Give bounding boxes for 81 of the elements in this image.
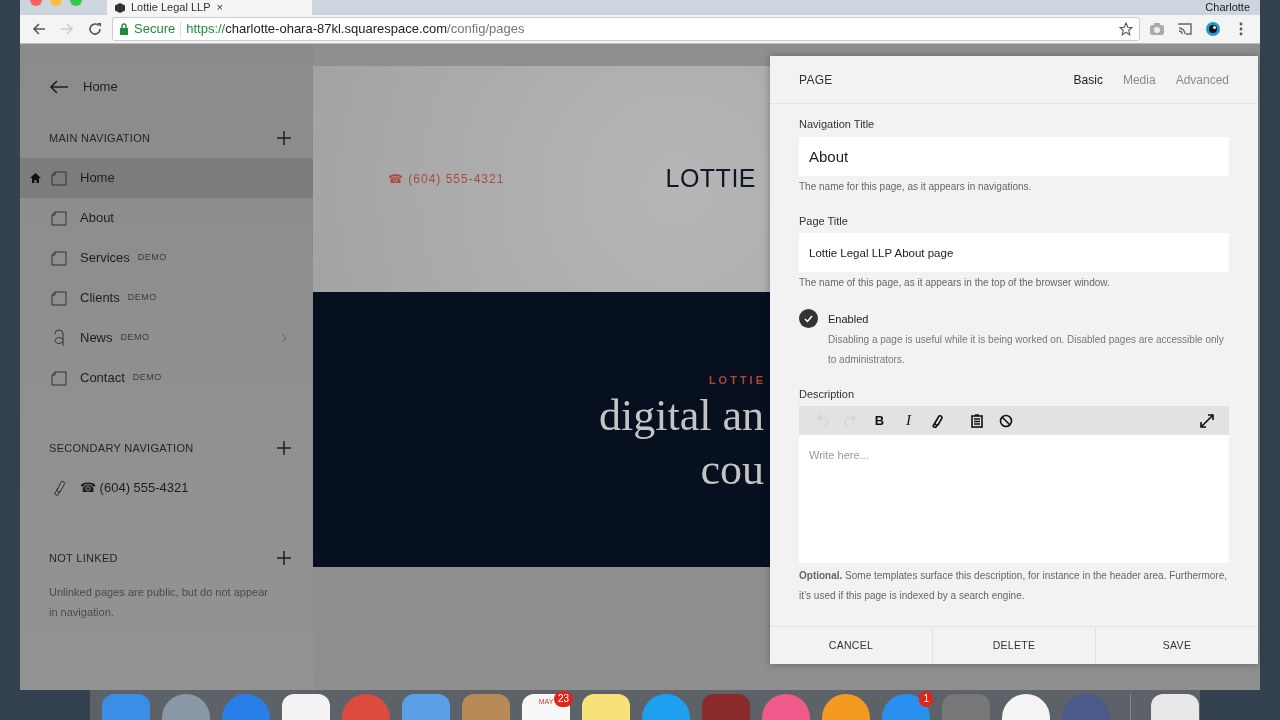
demo-tag: DEMO	[120, 331, 150, 345]
enabled-checkbox[interactable]	[799, 309, 818, 328]
enabled-help-text: Disabling a page is useful while it is being worked on. Disabled pages are accessible only to administrators.	[828, 332, 1225, 367]
forward-icon[interactable]	[59, 21, 75, 37]
tab-close-button[interactable]: ×	[216, 2, 223, 13]
cast-icon[interactable]	[1177, 21, 1193, 37]
nav-item-label: News	[80, 329, 113, 348]
add-icon[interactable]	[277, 551, 291, 565]
hero-headline: cou	[700, 443, 764, 496]
panel-action-button[interactable]: SAVE	[1096, 627, 1258, 664]
text-input-field[interactable]: Lottie Legal LLP About page	[799, 233, 1229, 272]
demo-tag: DEMO	[132, 371, 162, 385]
browser-tab[interactable]: Lottie Legal LLP ×	[107, 0, 312, 15]
checkmark-icon	[804, 314, 813, 323]
page-icon	[51, 250, 67, 266]
panel-tab[interactable]: Basic	[1073, 70, 1103, 89]
back-link[interactable]: Home	[83, 77, 118, 97]
field-label: Page Title	[799, 213, 849, 229]
hero-eyebrow: LOTTIE	[708, 373, 766, 389]
block-icon	[998, 413, 1013, 428]
panel-action-button[interactable]: CANCEL	[770, 627, 933, 664]
site-logo: LOTTIE	[665, 163, 756, 195]
tab-title: Lottie Legal LLP	[131, 2, 211, 13]
link-icon	[930, 413, 945, 428]
enabled-label: Enabled	[828, 312, 870, 327]
description-editor[interactable]: Write here...	[799, 435, 1229, 563]
hero-headline: digital an	[599, 389, 764, 442]
field-help-text: The name for this page, as it appears in navigations.	[799, 179, 1033, 194]
eye-icon[interactable]	[1205, 21, 1221, 37]
reload-icon[interactable]	[87, 21, 103, 37]
page-icon	[51, 170, 67, 186]
nav-item-label: Services	[80, 249, 130, 268]
add-icon[interactable]	[277, 131, 291, 145]
panel-title: PAGE	[799, 71, 833, 89]
url-text: https://charlotte-ohara-87kl.squarespace.com/config/pages	[186, 20, 525, 39]
nav-item[interactable]: Contact DEMO	[20, 358, 313, 398]
demo-tag: DEMO	[127, 291, 157, 305]
expand-icon	[1199, 413, 1214, 428]
nav-item[interactable]: Services DEMO	[20, 238, 313, 278]
nav-item[interactable]: News DEMO	[20, 318, 313, 358]
secure-label: Secure	[134, 20, 176, 39]
section-note: Unlinked pages are public, but do not appear in navigation.	[48, 585, 269, 620]
add-icon[interactable]	[277, 441, 291, 455]
link-icon	[52, 480, 66, 496]
text-input-field[interactable]: About	[799, 136, 1229, 176]
field-label: Navigation Title	[799, 117, 876, 132]
user-name[interactable]: Charlotte	[1205, 0, 1250, 16]
nav-item[interactable]: Home	[20, 158, 313, 198]
lock-icon	[119, 23, 129, 35]
star-icon[interactable]	[1119, 22, 1133, 36]
panel-action-button[interactable]: DELETE	[933, 627, 1096, 664]
camera-icon[interactable]	[1149, 21, 1165, 37]
field-help-text: The name of this page, as it appears in the top of the browser window.	[799, 276, 1111, 290]
notification-badge: 1	[919, 691, 933, 707]
field-label: Description	[799, 386, 856, 402]
cube-icon	[115, 2, 125, 13]
section-title: MAIN NAVIGATION	[49, 130, 151, 146]
chevron-right-icon[interactable]	[281, 333, 287, 343]
back-arrow-icon[interactable]	[49, 80, 69, 94]
nav-item-label: About	[80, 209, 114, 228]
dock-app-icon[interactable]: 1	[882, 694, 930, 720]
site-phone: ☎ (604) 555-4321	[388, 171, 505, 188]
page-icon	[51, 370, 67, 386]
notification-badge: 23	[553, 691, 573, 707]
nav-item-label: ☎ (604) 555-4321	[80, 479, 189, 498]
nav-item[interactable]: Clients DEMO	[20, 278, 313, 318]
blog-icon	[51, 329, 67, 347]
address-bar[interactable]: Secure https://charlotte-ohara-87kl.squarespace.com/config/pages	[112, 17, 1140, 41]
back-icon[interactable]	[31, 21, 47, 37]
section-title: SECONDARY NAVIGATION	[49, 440, 194, 456]
nav-item-label: Contact	[80, 369, 125, 388]
description-help-text: Optional. Some templates surface this description, for instance in the header area. Furthermore, it’s used if this page is indexed by a search engine.	[799, 569, 1228, 603]
nav-item-label: Clients	[80, 289, 120, 308]
nav-item[interactable]: ☎ (604) 555-4321	[20, 468, 313, 508]
clipboard-icon	[969, 413, 984, 428]
demo-tag: DEMO	[137, 251, 167, 265]
section-title: NOT LINKED	[49, 550, 118, 566]
nav-item[interactable]: About	[20, 198, 313, 238]
page-icon	[51, 290, 67, 306]
nav-item-label: Home	[80, 169, 115, 188]
page-icon	[51, 210, 67, 226]
